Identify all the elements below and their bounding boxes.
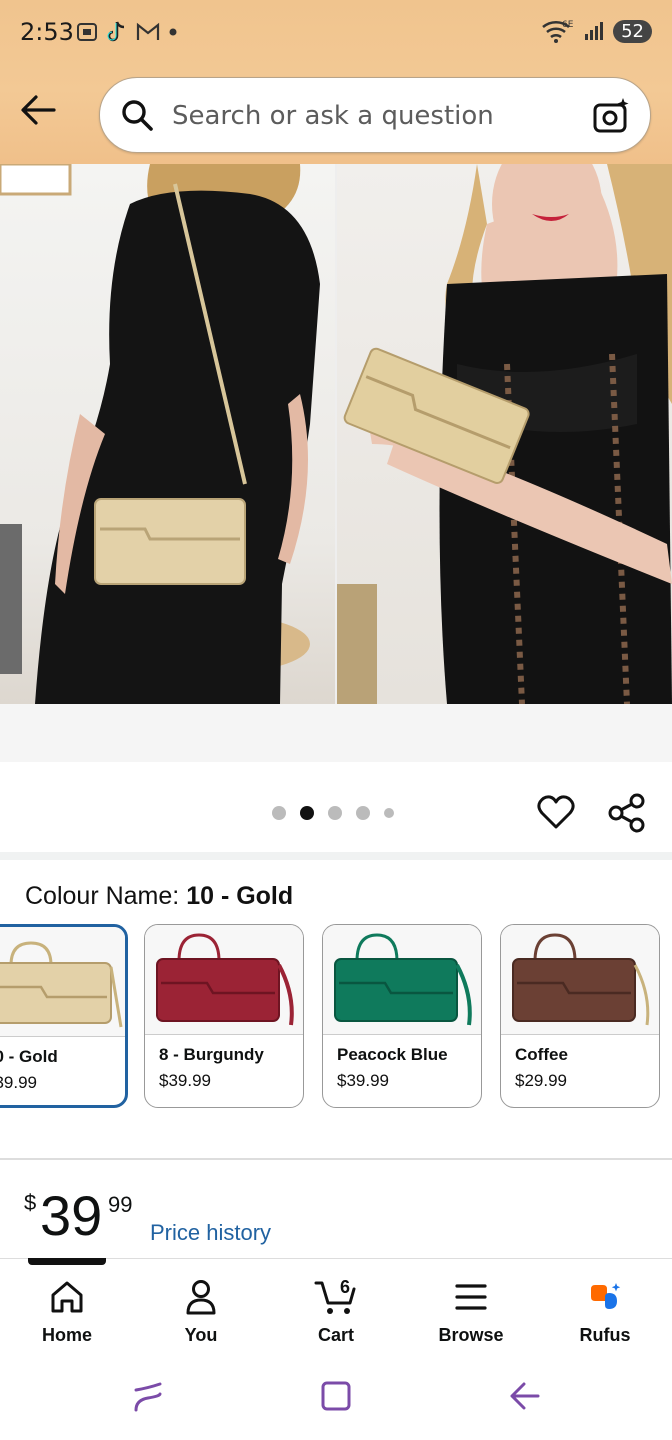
swatch-price: $29.99	[515, 1071, 567, 1090]
arrow-left-icon	[21, 95, 56, 125]
tiktok-icon	[107, 21, 125, 42]
battery-level: 52	[613, 19, 652, 43]
notification-icons	[76, 20, 178, 44]
user-icon	[186, 1280, 216, 1315]
recent-apps-button[interactable]	[132, 1380, 164, 1419]
cart-icon	[314, 1281, 356, 1314]
nav-rufus[interactable]: Rufus	[545, 1277, 665, 1346]
bag-thumbnail	[0, 941, 123, 1028]
swatch-gold[interactable]: 10 - Gold $39.99	[0, 924, 128, 1108]
back-button[interactable]	[18, 92, 62, 132]
home-system-button[interactable]	[320, 1380, 352, 1417]
app-header: 2:53 6E 52	[0, 0, 672, 164]
recent-apps-icon	[134, 1382, 162, 1412]
pagination-dot-active[interactable]	[300, 806, 314, 820]
pagination-dot[interactable]	[384, 808, 394, 818]
swatch-image	[323, 925, 481, 1035]
swatch-image	[145, 925, 303, 1035]
section-divider	[0, 1158, 672, 1160]
pagination-dot[interactable]	[328, 806, 342, 820]
colour-swatch-list[interactable]: 10 - Gold $39.99 8 - Burgundy $39.99 Pea…	[0, 922, 672, 1112]
colour-label-prefix: Colour Name:	[25, 882, 180, 910]
share-icon	[608, 793, 645, 833]
active-tab-indicator	[28, 1258, 106, 1265]
network-label: 6E	[562, 20, 574, 30]
swatch-price: $39.99	[0, 1073, 37, 1092]
swatch-price: $39.99	[337, 1071, 389, 1090]
swatch-image	[501, 925, 659, 1035]
wishlist-button[interactable]	[536, 792, 576, 837]
swatch-coffee[interactable]: Coffee $29.99	[500, 924, 660, 1108]
product-image-front-view	[337, 164, 672, 704]
rufus-icon	[591, 1283, 621, 1309]
swatch-price: $39.99	[159, 1071, 211, 1090]
swatch-burgundy[interactable]: 8 - Burgundy $39.99	[144, 924, 304, 1108]
nav-home[interactable]: Home	[7, 1277, 127, 1346]
bag-thumbnail	[156, 933, 294, 1026]
search-input[interactable]	[172, 96, 572, 136]
cart-badge: 6	[340, 1277, 351, 1297]
bag-thumbnail	[512, 933, 650, 1026]
menu-icon	[455, 1284, 487, 1310]
heart-icon	[537, 795, 575, 829]
gallery-spacer	[0, 704, 672, 762]
pagination-dot[interactable]	[356, 806, 370, 820]
price-history-link[interactable]: Price history	[150, 1220, 271, 1246]
product-image-back-view	[0, 164, 335, 704]
back-arrow-icon	[510, 1382, 540, 1410]
square-icon	[321, 1381, 351, 1411]
price-fraction: 99	[108, 1192, 133, 1217]
nav-browse[interactable]: Browse	[411, 1277, 531, 1346]
status-bar: 2:53 6E 52	[0, 0, 672, 64]
section-divider	[0, 852, 672, 860]
home-icon	[51, 1281, 83, 1313]
pagination-dot[interactable]	[272, 806, 286, 820]
swatch-name: Peacock Blue	[337, 1045, 448, 1064]
swatch-peacock-blue[interactable]: Peacock Blue $39.99	[322, 924, 482, 1108]
nav-label: Browse	[438, 1325, 504, 1345]
swatch-name: 8 - Burgundy	[159, 1045, 264, 1064]
share-button[interactable]	[606, 792, 648, 839]
swatch-name: Coffee	[515, 1045, 568, 1064]
search-bar[interactable]	[99, 77, 651, 153]
camera-search-icon[interactable]	[592, 96, 632, 136]
price-currency: $	[24, 1190, 37, 1215]
nav-cart[interactable]: 6 Cart	[276, 1277, 396, 1346]
wifi-icon: 6E	[542, 20, 574, 43]
nav-you[interactable]: You	[141, 1277, 261, 1346]
product-image-gallery[interactable]	[0, 164, 672, 704]
system-indicators: 6E 52	[541, 18, 652, 44]
image-pagination-dots[interactable]	[272, 806, 394, 820]
gmail-icon	[136, 22, 160, 40]
selected-colour-name: 10 - Gold	[186, 882, 294, 910]
colour-name-label: Colour Name: 10 - Gold	[25, 882, 293, 911]
bottom-navigation: Home You 6 Cart Browse Rufus	[0, 1258, 672, 1350]
swatch-name: 10 - Gold	[0, 1047, 58, 1066]
dot-icon	[169, 28, 177, 36]
screenshot-icon	[77, 23, 97, 41]
status-time: 2:53	[20, 18, 74, 46]
price-whole: 39	[40, 1184, 103, 1247]
model-back-illustration	[0, 164, 320, 704]
search-icon	[122, 100, 153, 131]
swatch-image	[0, 927, 125, 1037]
signal-icon	[585, 22, 604, 40]
system-navigation-bar	[0, 1350, 672, 1440]
model-front-illustration	[337, 164, 672, 704]
back-system-button[interactable]	[508, 1380, 542, 1417]
nav-label: Cart	[317, 1325, 354, 1345]
nav-label: Home	[41, 1325, 92, 1345]
bag-thumbnail	[334, 933, 472, 1026]
nav-label: You	[184, 1325, 218, 1345]
nav-label: Rufus	[579, 1325, 631, 1345]
